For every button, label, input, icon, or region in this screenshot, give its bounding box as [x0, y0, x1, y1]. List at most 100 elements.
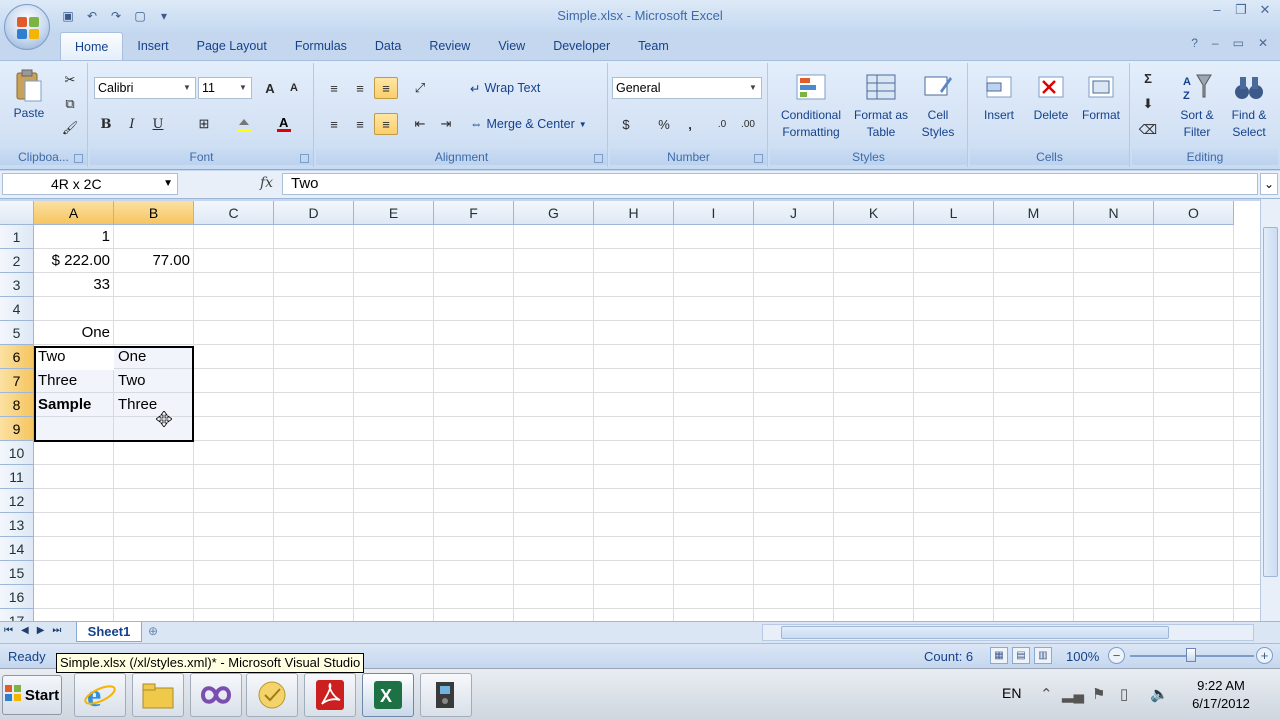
- horizontal-scroll-thumb[interactable]: [781, 626, 1169, 639]
- column-header-d[interactable]: D: [274, 201, 354, 225]
- font-size-combo[interactable]: 11 ▼: [198, 77, 252, 99]
- vertical-scrollbar[interactable]: [1260, 199, 1280, 621]
- insert-function-icon[interactable]: fx: [260, 175, 273, 191]
- sort-filter-button[interactable]: AZ Sort & Filter: [1172, 71, 1222, 141]
- fill-color-icon[interactable]: [232, 113, 256, 135]
- vertical-scroll-thumb[interactable]: [1263, 227, 1278, 577]
- tab-page-layout[interactable]: Page Layout: [183, 32, 281, 60]
- delete-cells-button[interactable]: Delete: [1026, 71, 1076, 124]
- column-header-b[interactable]: B: [114, 201, 194, 225]
- row-header-9[interactable]: 9: [0, 417, 34, 441]
- italic-button[interactable]: I: [120, 113, 144, 135]
- row-header-7[interactable]: 7: [0, 369, 34, 393]
- cell-a1[interactable]: 1: [34, 225, 114, 249]
- number-format-combo[interactable]: General ▼: [612, 77, 762, 99]
- excel-taskbar-icon[interactable]: X: [362, 673, 414, 717]
- percent-button[interactable]: %: [652, 113, 676, 135]
- format-painter-icon[interactable]: 🖌: [58, 117, 82, 139]
- system-clock[interactable]: 9:22 AM 6/17/2012: [1176, 677, 1266, 713]
- alignment-launcher-icon[interactable]: [594, 154, 603, 163]
- decrease-indent-icon[interactable]: ⇤: [408, 113, 432, 135]
- network-icon[interactable]: ▂▄: [1062, 685, 1084, 703]
- cut-icon[interactable]: ✂: [58, 69, 82, 91]
- cell-a2[interactable]: $ 222.00: [34, 249, 114, 273]
- next-sheet-icon[interactable]: ▶: [37, 625, 45, 636]
- font-color-button[interactable]: A: [272, 113, 296, 135]
- column-header-a[interactable]: A: [34, 201, 114, 225]
- copy-icon[interactable]: ⧉: [58, 93, 82, 115]
- cell-a3[interactable]: 33: [34, 273, 114, 297]
- tab-formulas[interactable]: Formulas: [281, 32, 361, 60]
- horizontal-scrollbar[interactable]: [762, 624, 1254, 641]
- borders-icon[interactable]: ⊞: [192, 113, 216, 135]
- cell-a8[interactable]: Sample: [34, 393, 114, 417]
- decrease-decimal-button[interactable]: .00: [736, 113, 760, 135]
- row-header-3[interactable]: 3: [0, 273, 34, 297]
- tab-team[interactable]: Team: [624, 32, 683, 60]
- fill-icon[interactable]: ⬇: [1136, 93, 1160, 115]
- office-button[interactable]: [4, 4, 50, 50]
- insert-cells-button[interactable]: Insert: [974, 71, 1024, 124]
- row-header-15[interactable]: 15: [0, 561, 34, 585]
- name-box[interactable]: 4R x 2C ▼: [2, 173, 178, 195]
- column-header-j[interactable]: J: [754, 201, 834, 225]
- format-as-table-button[interactable]: Format as Table: [850, 71, 912, 141]
- cell-a6[interactable]: Two: [34, 345, 114, 369]
- clear-icon[interactable]: ⌫: [1136, 119, 1160, 141]
- tab-view[interactable]: View: [484, 32, 539, 60]
- file-explorer-icon[interactable]: [132, 673, 184, 717]
- row-header-12[interactable]: 12: [0, 489, 34, 513]
- worksheet-grid[interactable]: A B C D E F G H I J K L M N O 1 2 3 4 5 6 7 8 9 10 11 12 13 14 15 16 17…: [0, 201, 1260, 621]
- increase-decimal-button[interactable]: .0: [710, 113, 734, 135]
- row-header-1[interactable]: 1: [0, 225, 34, 249]
- video-capture-icon[interactable]: [420, 673, 472, 717]
- page-break-view-icon[interactable]: ▥: [1034, 647, 1052, 664]
- row-header-2[interactable]: 2: [0, 249, 34, 273]
- align-left-icon[interactable]: ≡: [322, 113, 346, 135]
- cell-a7[interactable]: Three: [34, 369, 114, 393]
- workbook-minimize-icon[interactable]: –: [1212, 36, 1219, 50]
- outlook-icon[interactable]: [246, 673, 298, 717]
- sheet-tab-sheet1[interactable]: Sheet1: [76, 622, 142, 642]
- cell-b8[interactable]: Three: [114, 393, 194, 417]
- tab-developer[interactable]: Developer: [539, 32, 624, 60]
- visual-studio-icon[interactable]: [190, 673, 242, 717]
- workbook-restore-icon[interactable]: ▭: [1233, 36, 1244, 50]
- column-header-h[interactable]: H: [594, 201, 674, 225]
- internet-explorer-icon[interactable]: e: [74, 673, 126, 717]
- tab-review[interactable]: Review: [415, 32, 484, 60]
- device-icon[interactable]: ▯: [1120, 685, 1128, 703]
- cell-b7[interactable]: Two: [114, 369, 194, 393]
- bold-button[interactable]: B: [94, 113, 118, 135]
- prev-sheet-icon[interactable]: ◀: [21, 625, 29, 636]
- increase-indent-icon[interactable]: ⇥: [434, 113, 458, 135]
- page-layout-view-icon[interactable]: ▤: [1012, 647, 1030, 664]
- workbook-close-icon[interactable]: ✕: [1258, 36, 1268, 50]
- tab-insert[interactable]: Insert: [123, 32, 182, 60]
- cell-b2[interactable]: 77.00: [114, 249, 194, 273]
- row-header-10[interactable]: 10: [0, 441, 34, 465]
- minimize-icon[interactable]: –: [1210, 2, 1224, 18]
- action-center-icon[interactable]: ⚑: [1092, 685, 1105, 703]
- close-icon[interactable]: ✕: [1258, 2, 1272, 18]
- paste-button[interactable]: Paste: [6, 69, 52, 122]
- currency-button[interactable]: $: [614, 113, 638, 135]
- language-indicator[interactable]: EN: [1002, 685, 1021, 701]
- find-select-button[interactable]: Find & Select: [1224, 71, 1274, 141]
- insert-sheet-icon[interactable]: ⊕: [148, 624, 168, 640]
- cell-b6[interactable]: One: [114, 345, 194, 369]
- adobe-reader-icon[interactable]: [304, 673, 356, 717]
- normal-view-icon[interactable]: ▦: [990, 647, 1008, 664]
- grow-font-button[interactable]: A: [258, 77, 282, 99]
- select-all-corner[interactable]: [0, 201, 34, 225]
- row-header-11[interactable]: 11: [0, 465, 34, 489]
- align-center-icon[interactable]: ≡: [348, 113, 372, 135]
- row-header-16[interactable]: 16: [0, 585, 34, 609]
- row-header-14[interactable]: 14: [0, 537, 34, 561]
- row-header-6[interactable]: 6: [0, 345, 34, 369]
- column-header-m[interactable]: M: [994, 201, 1074, 225]
- font-name-combo[interactable]: Calibri ▼: [94, 77, 196, 99]
- column-header-o[interactable]: O: [1154, 201, 1234, 225]
- volume-icon[interactable]: 🔈: [1150, 685, 1169, 703]
- zoom-out-icon[interactable]: −: [1108, 647, 1125, 664]
